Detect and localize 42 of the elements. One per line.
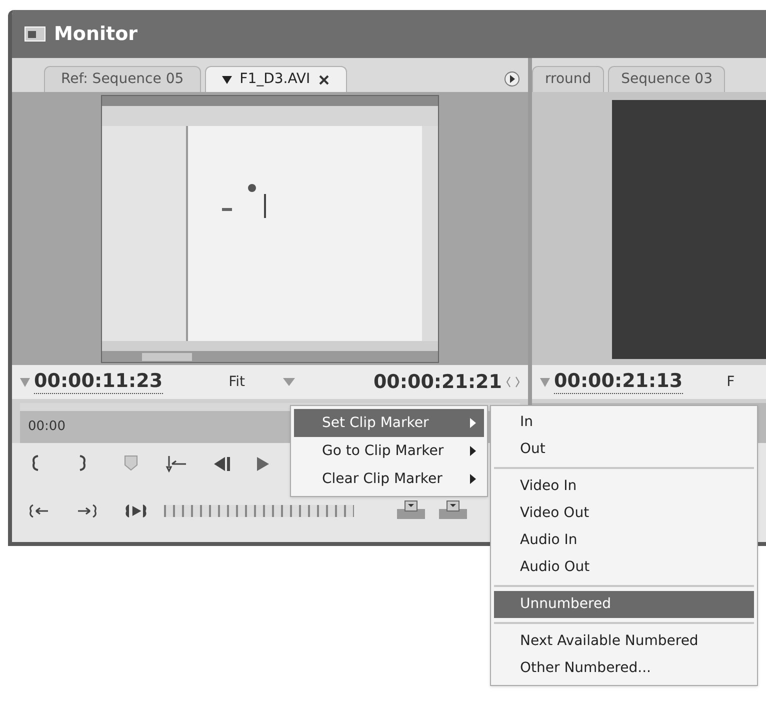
marker-triangle-icon[interactable] (540, 378, 550, 386)
brackets-icon[interactable] (506, 376, 520, 388)
jog-wheel[interactable] (164, 505, 354, 517)
monitor-icon[interactable] (24, 25, 46, 43)
current-timecode[interactable]: 00:00:21:13 (554, 370, 683, 394)
submenu-arrow-icon (470, 418, 476, 428)
menu-item[interactable]: Clear Clip Marker (294, 465, 484, 493)
go-to-out-icon[interactable] (76, 504, 98, 518)
close-icon[interactable] (318, 74, 330, 86)
marker-icon[interactable] (124, 455, 138, 471)
step-back-icon[interactable] (212, 456, 232, 472)
menu-item[interactable]: Audio In (494, 527, 754, 554)
go-to-in-icon[interactable] (28, 504, 50, 518)
marker-triangle-icon[interactable] (20, 378, 30, 386)
tab-label: F1_D3.AVI (240, 70, 310, 89)
menu-item[interactable]: Set Clip Marker (294, 409, 484, 437)
step-to-marker-icon[interactable] (164, 455, 188, 473)
monitor-tab[interactable]: Sequence 03 (608, 66, 726, 92)
overlay-icon[interactable] (438, 499, 468, 521)
menu-item[interactable]: Video In (494, 473, 754, 500)
dropdown-triangle-icon[interactable] (222, 76, 232, 84)
duration-timecode: 00:00:21:21 (373, 370, 502, 395)
current-timecode[interactable]: 00:00:11:23 (34, 370, 163, 394)
submenu-arrow-icon (470, 474, 476, 484)
zoom-label[interactable]: F (726, 372, 735, 392)
insert-icon[interactable] (396, 499, 426, 521)
menu-item[interactable]: Next Available Numbered (494, 628, 754, 655)
zoom-label[interactable]: Fit (228, 372, 245, 392)
monitor-tab[interactable]: rround (532, 66, 604, 92)
play-icon[interactable] (256, 456, 270, 472)
scroll-right-icon[interactable] (504, 71, 520, 87)
play-in-to-out-icon[interactable] (124, 504, 148, 518)
ruler-time: 00:00 (28, 418, 66, 436)
tab-label: Ref: Sequence 05 (61, 70, 184, 89)
window-title: Monitor (54, 22, 138, 47)
menu-item[interactable]: Audio Out (494, 554, 754, 581)
monitor-tab[interactable]: Ref: Sequence 05 (44, 66, 201, 92)
menu-item[interactable]: Other Numbered... (494, 655, 754, 682)
submenu-arrow-icon (470, 446, 476, 456)
menu-item[interactable]: Video Out (494, 500, 754, 527)
monitor-tab[interactable]: F1_D3.AVI (204, 66, 348, 92)
menu-item[interactable]: Unnumbered (494, 591, 754, 618)
